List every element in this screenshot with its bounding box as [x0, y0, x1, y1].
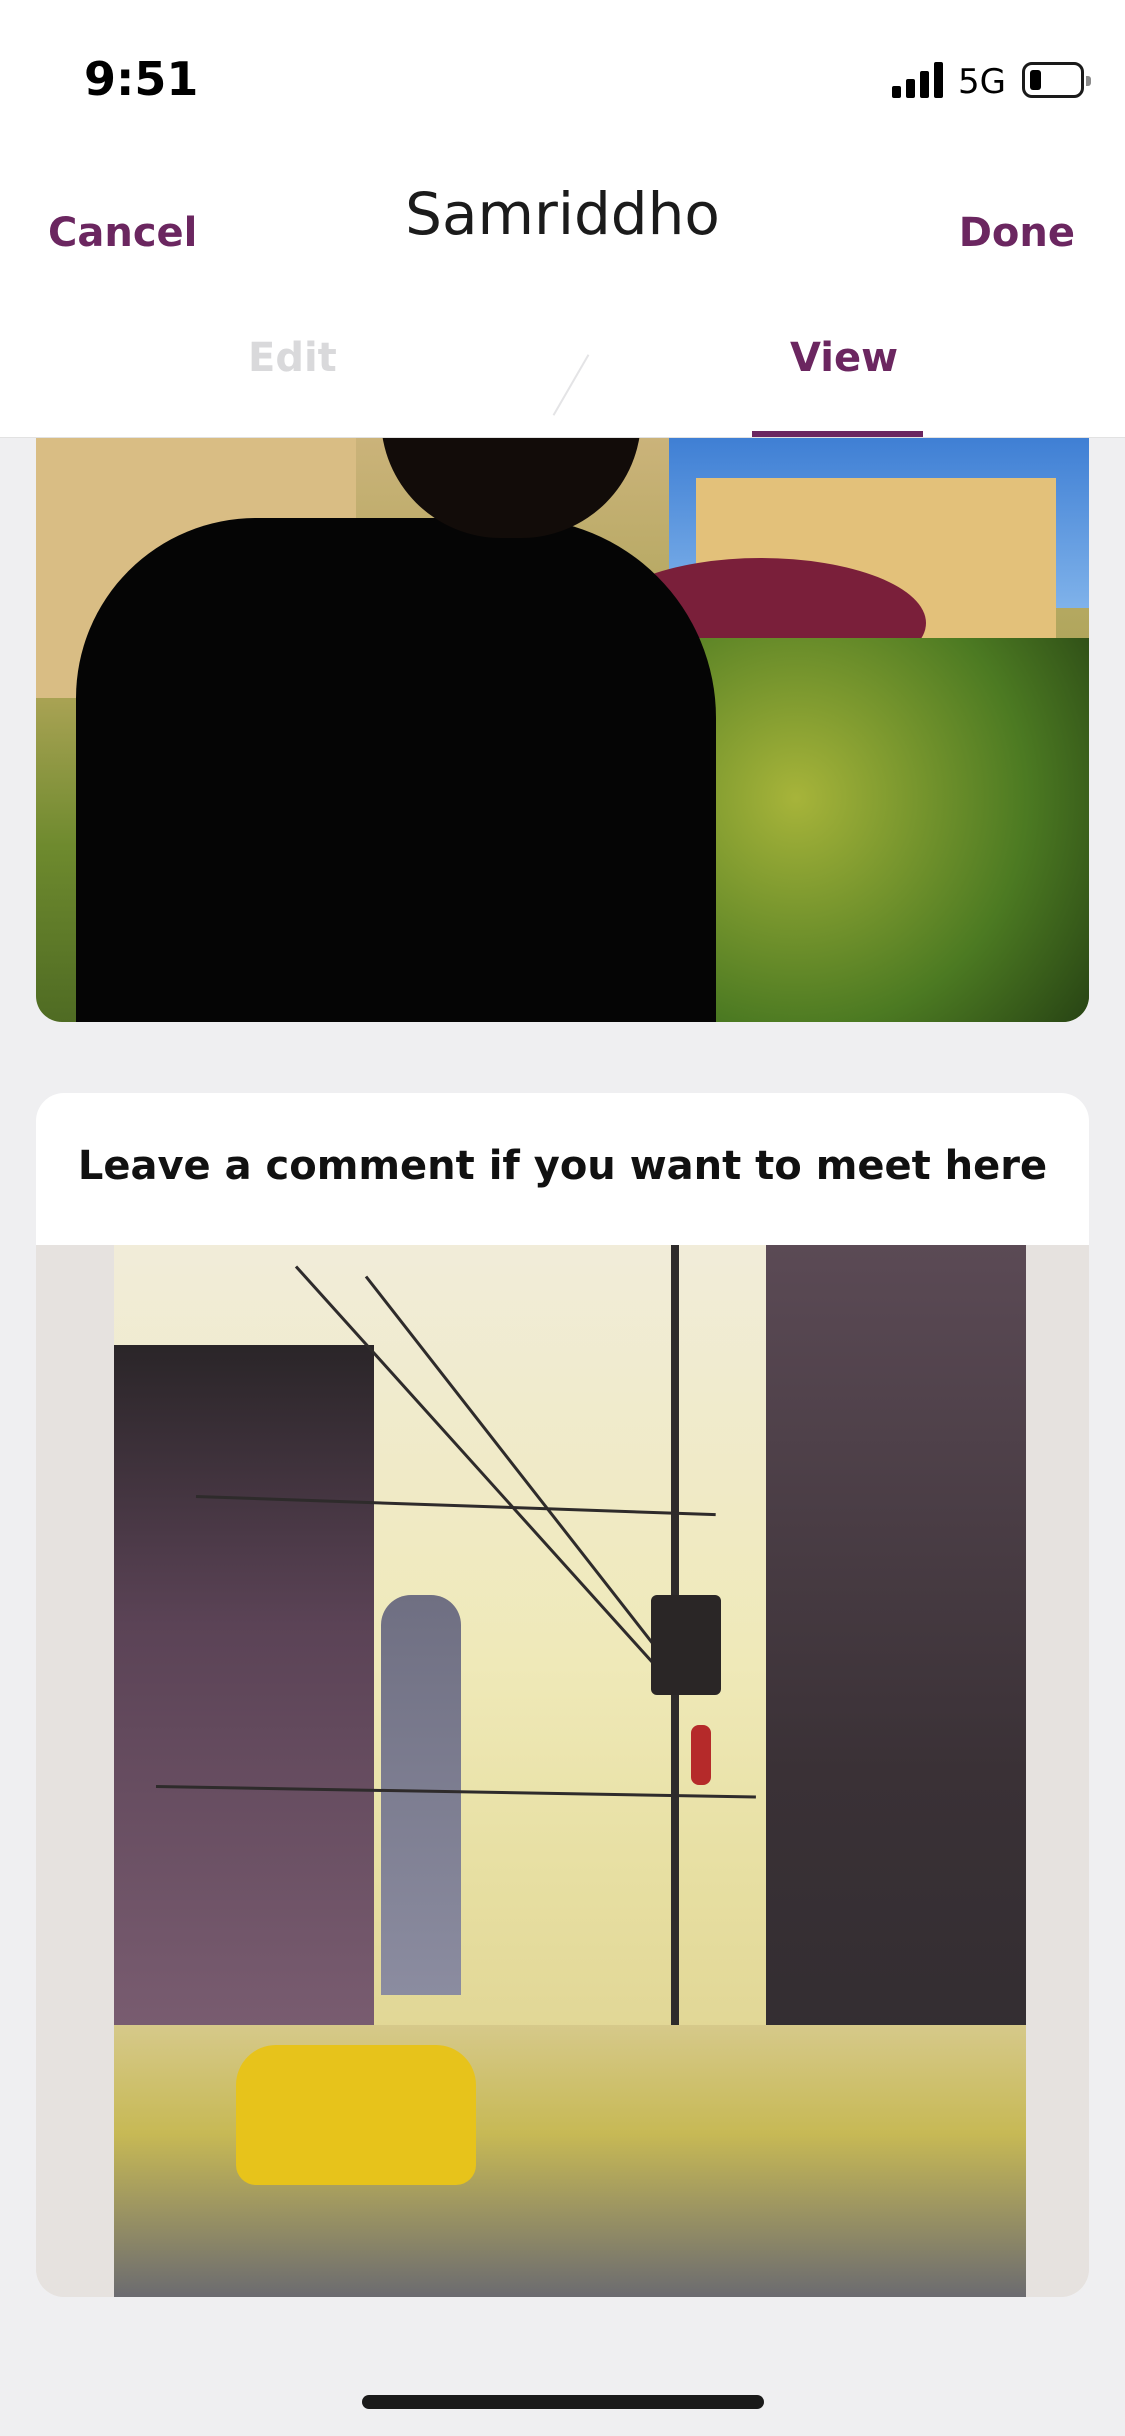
status-time: 9:51 [84, 52, 199, 106]
prompt-text: Leave a comment if you want to meet here [77, 1143, 1048, 1189]
page-title: Samriddho [405, 180, 720, 248]
tab-edit[interactable]: Edit [248, 335, 337, 381]
cellular-signal-icon [892, 62, 944, 98]
profile-photo [36, 438, 1089, 1022]
prompt-card[interactable]: Leave a comment if you want to meet here [36, 1093, 1089, 2297]
home-indicator[interactable] [362, 2395, 764, 2409]
tab-divider [552, 354, 590, 416]
navigation-bar: Cancel Samriddho Done [0, 160, 1125, 295]
tab-view[interactable]: View [790, 335, 898, 381]
network-type: 5G [958, 62, 1006, 102]
status-bar: 9:51 5G [0, 0, 1125, 160]
active-tab-indicator [752, 431, 923, 437]
done-button[interactable]: Done [959, 210, 1075, 256]
mode-tabs: Edit View [0, 295, 1125, 438]
battery-icon [1022, 62, 1091, 98]
prompt-photo [36, 1245, 1089, 2297]
